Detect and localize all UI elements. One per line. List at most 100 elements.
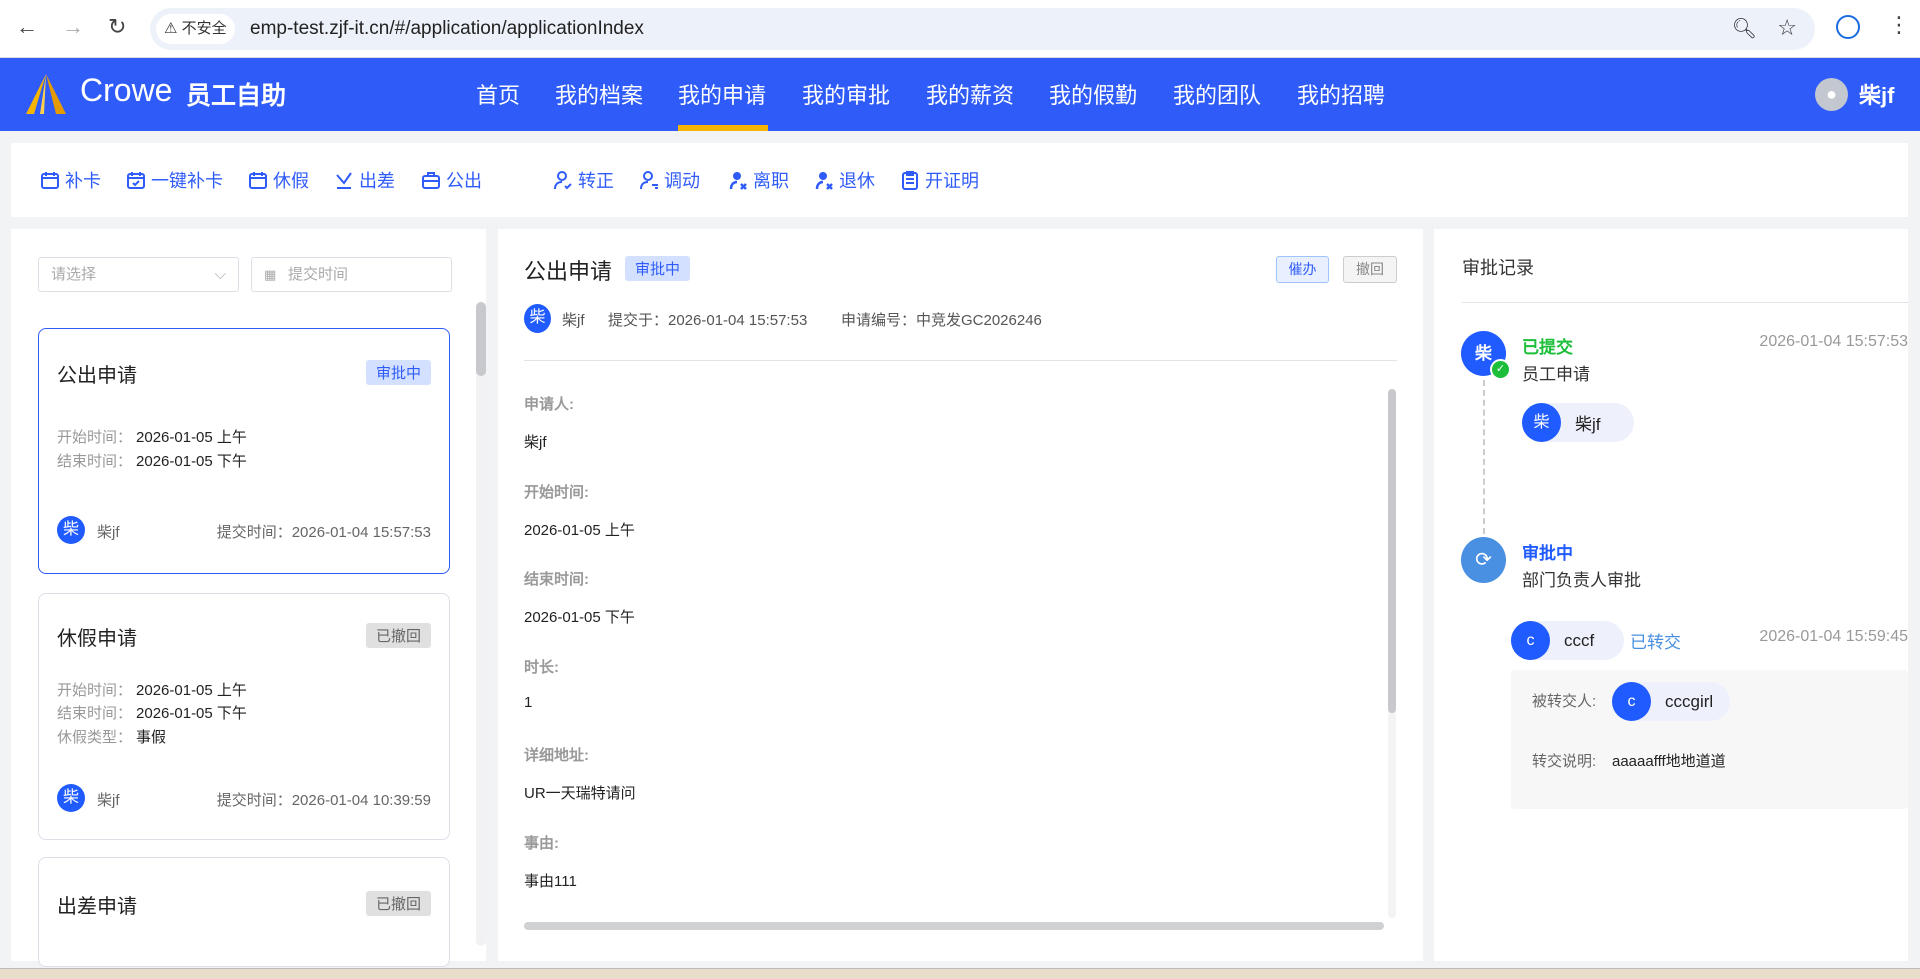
reload-icon[interactable]: ↻ [108,14,126,40]
star-icon[interactable]: ☆ [1777,15,1797,41]
node-step: 员工申请 [1522,365,1590,384]
nav-recruit[interactable]: 我的招聘 [1297,78,1385,110]
user-remove-icon [729,172,747,190]
avatar: 柴 [57,516,85,544]
user-retire-icon [815,172,833,190]
forward-icon[interactable]: → [62,14,84,40]
user-chip: 柴柴jf [1522,403,1634,442]
urge-button[interactable]: 催办 [1276,256,1329,283]
action-certificate[interactable]: 开证明 [899,167,979,193]
action-bulk-card-fix[interactable]: 一键补卡 [125,167,223,193]
withdraw-button[interactable]: 撤回 [1343,256,1397,283]
detail-vertical-scrollbar[interactable] [1388,389,1396,918]
avatar: 柴 [1522,403,1561,442]
row-value: 2026-01-05 上午 [136,429,247,446]
calendar-check-icon [127,172,145,189]
security-label: 不安全 [181,20,227,37]
field-label: 结束时间: [524,571,589,588]
status-badge: 审批中 [625,256,691,281]
field-label: 详细地址: [524,747,589,764]
status-badge: 审批中 [365,360,431,385]
back-icon[interactable]: ← [16,14,38,40]
action-official-out[interactable]: 公出 [420,167,482,193]
card-submit-time: 提交时间：2026-01-04 15:57:53 [216,524,431,541]
node-status: 审批中 [1522,544,1573,563]
user-chip: c cccgirl [1612,682,1730,721]
application-number: 申请编号：中竞发GC2026246 [841,312,1042,329]
detail-horizontal-scrollbar[interactable] [524,922,1384,930]
nav-approvals[interactable]: 我的审批 [802,78,890,110]
action-label: 出差 [359,171,395,191]
row-value: 2026-01-05 上午 [136,682,247,699]
nav-team[interactable]: 我的团队 [1173,78,1261,110]
nav-applications[interactable]: 我的申请 [678,78,766,110]
application-card[interactable]: 公出申请 审批中 开始时间： 2026-01-05 上午 结束时间： 2026-01… [38,328,450,574]
action-label: 转正 [578,171,614,191]
action-card-fix[interactable]: 补卡 [39,167,101,193]
url-text[interactable]: emp-test.zjf-it.cn/#/application/applica… [250,18,644,40]
chip-name: cccgirl [1665,691,1714,711]
card-title: 公出申请 [57,365,137,387]
card-row: 休假类型： 事假 [57,726,166,747]
transfer-to-label: 被转交人: [1532,693,1597,710]
avatar: 柴 [524,304,551,333]
address-bar[interactable]: ⚠ 不安全 emp-test.zjf-it.cn/#/application/a… [150,8,1815,50]
nav-attendance[interactable]: 我的假勤 [1049,78,1137,110]
chip-name: 柴jf [1575,415,1601,434]
node-status: 已提交 [1522,338,1573,357]
user-transfer-icon [640,171,658,190]
row-label: 结束时间： [57,453,133,470]
transfer-action: 已转交 [1630,633,1681,652]
timeline-connector [1483,380,1485,534]
field-label: 开始时间: [524,484,589,501]
nav-salary[interactable]: 我的薪资 [926,78,1014,110]
app-name: 员工自助 [186,82,287,110]
profile-icon[interactable] [1836,15,1860,39]
clipboard-icon [902,171,918,190]
active-nav-indicator [678,125,768,131]
application-card[interactable]: 出差申请 已撤回 [38,857,450,967]
action-resign[interactable]: 离职 [727,167,789,193]
user-avatar-icon[interactable]: ● [1815,78,1848,111]
list-scrollbar[interactable] [476,302,486,946]
chevron-down-icon: ⌵ [214,266,226,283]
row-label: 开始时间： [57,682,133,699]
nav-profile[interactable]: 我的档案 [555,78,643,110]
zoom-icon[interactable]: 🔍︎ [1732,16,1757,41]
scrollbar-thumb[interactable] [1388,389,1396,713]
card-row: 开始时间： 2026-01-05 上午 [57,426,247,447]
node-step: 部门负责人审批 [1522,571,1641,590]
action-transfer[interactable]: 调动 [638,167,700,193]
transfer-detail-box: 被转交人: c cccgirl 转交说明: aaaaafff地地道道 [1511,670,1908,809]
field-value: UR一天瑞特请问 [524,785,636,802]
submit-date-input[interactable]: ▦ 提交时间 [251,257,452,292]
crowe-logo-icon [26,74,66,114]
select-placeholder: 请选择 [51,266,97,283]
type-select[interactable]: 请选择 ⌵ [38,257,239,292]
scrollbar-thumb[interactable] [476,302,486,376]
action-retire[interactable]: 退休 [813,167,875,193]
records-title: 审批记录 [1462,258,1534,278]
divider [1462,302,1908,303]
browser-bar: ← → ↻ ⚠ 不安全 emp-test.zjf-it.cn/#/applica… [0,0,1920,58]
security-indicator[interactable]: ⚠ 不安全 [156,14,235,44]
user-name[interactable]: 柴jf [1859,78,1894,110]
card-title: 休假申请 [57,628,137,650]
node-time: 2026-01-04 15:57:53 [1759,333,1908,350]
card-row: 开始时间： 2026-01-05 上午 [57,679,247,700]
action-leave[interactable]: 休假 [247,167,309,193]
menu-icon[interactable]: ⋮ [1888,12,1910,38]
calendar-icon: ▦ [264,267,277,282]
action-label: 一键补卡 [151,171,223,191]
card-user: 柴jf [97,524,120,541]
action-regularize[interactable]: 转正 [552,167,614,193]
trip-icon [336,172,352,189]
application-card[interactable]: 休假申请 已撤回 开始时间： 2026-01-05 上午 结束时间： 2026-01… [38,593,450,840]
applicant-name: 柴jf [562,312,585,329]
action-label: 公出 [446,171,482,191]
logo-text: Crowe [80,72,173,108]
row-value: 2026-01-05 下午 [136,705,247,722]
briefcase-icon [422,172,440,189]
nav-home[interactable]: 首页 [476,78,520,110]
action-business-trip[interactable]: 出差 [333,167,395,193]
